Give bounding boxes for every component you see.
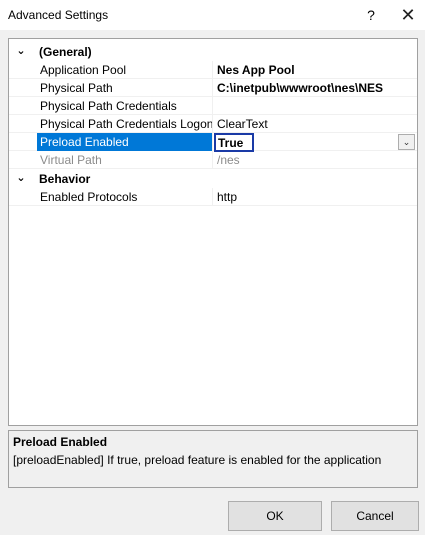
category-label: (General) [39, 45, 92, 59]
property-value[interactable]: ClearText [214, 115, 417, 133]
description-text: [preloadEnabled] If true, preload featur… [13, 453, 382, 467]
category-label: Behavior [39, 172, 91, 186]
property-row-physical-path-credentials-logon[interactable]: Physical Path Credentials Logon ClearTex… [9, 115, 417, 133]
cancel-button[interactable]: Cancel [331, 501, 419, 531]
window-title: Advanced Settings [8, 8, 109, 22]
property-row-application-pool[interactable]: Application Pool Nes App Pool [9, 61, 417, 79]
collapse-icon[interactable]: ⌄ [15, 44, 27, 58]
property-value[interactable]: C:\inetpub\wwwroot\nes\NES [214, 79, 417, 97]
property-row-virtual-path: Virtual Path /nes [9, 151, 417, 169]
property-grid: ⌄ (General) Application Pool Nes App Poo… [8, 38, 418, 426]
chevron-down-icon[interactable]: ⌄ [398, 134, 415, 150]
description-panel: Preload Enabled [preloadEnabled] If true… [8, 430, 418, 488]
property-name: Physical Path [37, 79, 213, 97]
property-name: Preload Enabled [37, 133, 213, 151]
property-row-preload-enabled[interactable]: Preload Enabled True ⌄ [9, 133, 417, 152]
preload-enabled-value-field[interactable]: True [214, 133, 254, 152]
property-name: Virtual Path [37, 151, 213, 169]
description-title: Preload Enabled [13, 435, 108, 449]
property-name: Enabled Protocols [37, 188, 213, 206]
property-name: Application Pool [37, 61, 213, 79]
close-button[interactable]: ✕ [395, 3, 421, 27]
property-name: Physical Path Credentials [37, 97, 213, 115]
title-bar: Advanced Settings ? ✕ [0, 0, 425, 30]
property-value[interactable]: http [214, 188, 417, 206]
property-row-physical-path[interactable]: Physical Path C:\inetpub\wwwroot\nes\NES [9, 79, 417, 97]
property-value[interactable] [214, 97, 417, 115]
category-general[interactable]: ⌄ (General) [9, 43, 417, 61]
property-row-physical-path-credentials[interactable]: Physical Path Credentials [9, 97, 417, 115]
help-button[interactable]: ? [360, 4, 382, 26]
property-value[interactable]: Nes App Pool [214, 61, 417, 79]
property-row-enabled-protocols[interactable]: Enabled Protocols http [9, 188, 417, 206]
property-name: Physical Path Credentials Logon [37, 115, 213, 133]
collapse-icon[interactable]: ⌄ [15, 171, 27, 185]
category-behavior[interactable]: ⌄ Behavior [9, 170, 417, 188]
ok-button[interactable]: OK [228, 501, 322, 531]
property-value: /nes [217, 153, 240, 167]
